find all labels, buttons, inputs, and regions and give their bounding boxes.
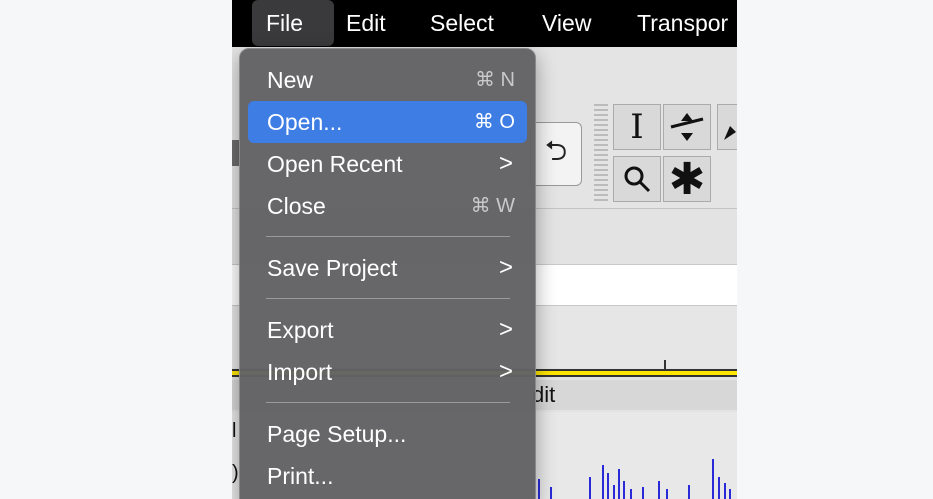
menu-item-label: Export xyxy=(267,317,334,343)
chevron-right-icon: > xyxy=(498,254,513,281)
waveform-spike xyxy=(642,487,644,499)
menu-item-close[interactable]: Close ⌘ W xyxy=(248,185,527,227)
menu-separator xyxy=(266,236,510,237)
envelope-tool-button[interactable] xyxy=(663,104,711,150)
waveform-spike xyxy=(712,459,714,499)
menu-separator xyxy=(266,298,510,299)
loop-icon: ⮌ xyxy=(544,135,568,166)
menu-item-label: Print... xyxy=(267,463,334,489)
menu-item-label: Page Setup... xyxy=(267,421,407,447)
waveform-spike xyxy=(724,483,726,499)
waveform-spike xyxy=(550,487,552,499)
menu-file[interactable]: File xyxy=(252,0,334,46)
menu-item-label: New xyxy=(267,67,314,93)
file-menu-dropdown: New ⌘ N Open... ⌘ O Open Recent > Close … xyxy=(239,48,536,499)
draw-tool-button[interactable] xyxy=(717,104,737,150)
selection-tool-button[interactable]: I xyxy=(613,104,661,150)
chevron-right-icon: > xyxy=(498,316,513,343)
toolbar-grip[interactable] xyxy=(594,104,608,204)
waveform-spike xyxy=(589,477,591,499)
waveform-spike xyxy=(718,477,720,499)
chevron-right-icon: > xyxy=(498,358,513,385)
waveform-spike xyxy=(658,481,660,499)
menu-item-label: Import xyxy=(267,359,333,385)
menu-item-print[interactable]: Print... xyxy=(248,455,527,497)
shortcut-label: ⌘ N xyxy=(475,69,515,91)
shortcut-label: ⌘ W xyxy=(470,195,515,217)
loop-button[interactable]: ⮌ xyxy=(530,122,582,186)
waveform-spike xyxy=(602,465,604,499)
chevron-right-icon: > xyxy=(498,150,513,177)
pencil-icon xyxy=(724,126,736,140)
menu-item-open[interactable]: Open... ⌘ O xyxy=(248,101,527,143)
waveform-spike xyxy=(630,489,632,499)
waveform-spike xyxy=(613,485,615,499)
menu-item-label: Open... xyxy=(267,109,343,135)
menu-item-new[interactable]: New ⌘ N xyxy=(248,59,527,101)
menu-edit[interactable]: Edit xyxy=(332,0,400,46)
zoom-tool-button[interactable] xyxy=(613,156,661,202)
magnifier-icon xyxy=(624,166,651,193)
waveform-spike xyxy=(688,485,690,499)
menu-item-page-setup[interactable]: Page Setup... xyxy=(248,413,527,455)
menu-item-export[interactable]: Export > xyxy=(248,309,527,351)
asterisk-icon: ✱ xyxy=(668,154,706,204)
multi-tool-button[interactable]: ✱ xyxy=(663,154,711,204)
track-label-fragment: l xyxy=(232,420,237,442)
waveform-spike xyxy=(666,489,668,499)
menu-bar: File Edit Select View Transpor xyxy=(232,0,737,47)
track-label-fragment: ) xyxy=(232,462,239,484)
menu-item-label: Save Project xyxy=(267,255,398,281)
menu-view[interactable]: View xyxy=(528,0,605,46)
menu-transport[interactable]: Transpor xyxy=(623,0,737,46)
waveform-spike xyxy=(729,489,731,499)
menu-item-label: Open Recent xyxy=(267,151,403,177)
waveform-spike xyxy=(607,473,609,499)
waveform-spike xyxy=(623,481,625,499)
menu-item-open-recent[interactable]: Open Recent > xyxy=(248,143,527,185)
shortcut-label: ⌘ O xyxy=(473,111,515,133)
envelope-icon xyxy=(670,113,704,141)
menu-separator xyxy=(266,402,510,403)
waveform-spike xyxy=(618,469,620,499)
waveform-spike xyxy=(538,479,540,499)
i-beam-icon: I xyxy=(630,107,644,147)
menu-select[interactable]: Select xyxy=(416,0,508,46)
app-window: ⮌ I ✱ dit l ) File Edit Select View Tran… xyxy=(232,0,737,499)
menu-item-label: Close xyxy=(267,193,326,219)
menu-item-import[interactable]: Import > xyxy=(248,351,527,393)
menu-item-save-project[interactable]: Save Project > xyxy=(248,247,527,289)
